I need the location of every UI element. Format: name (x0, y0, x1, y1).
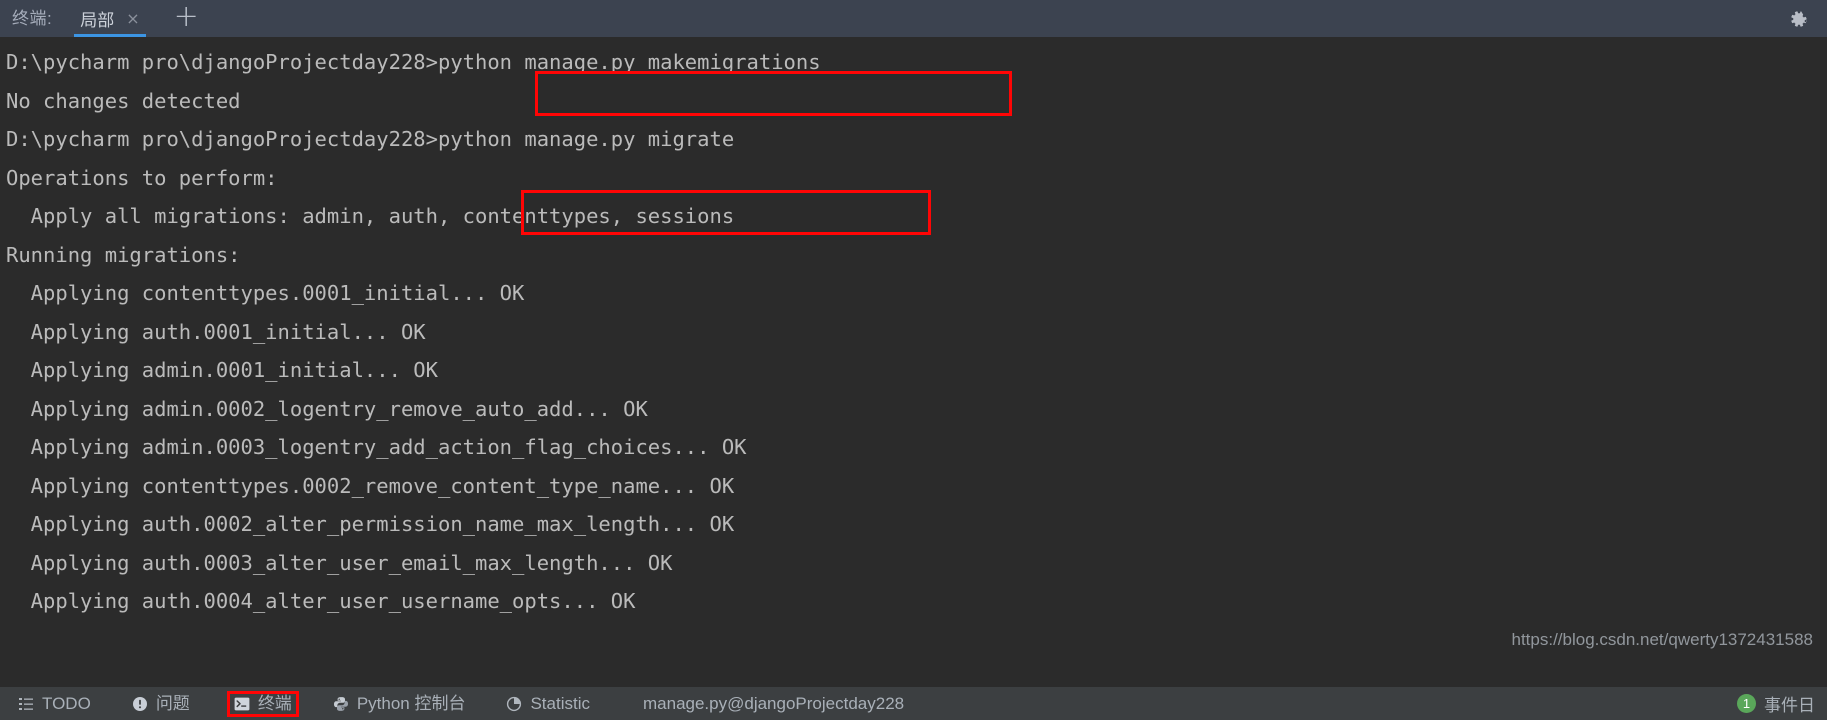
terminal-line: Applying auth.0002_alter_permission_name… (6, 512, 735, 536)
terminal-line: No changes detected (6, 88, 241, 113)
add-terminal-tab-button[interactable]: + (160, 2, 213, 32)
terminal-line: Applying admin.0002_logentry_remove_auto… (6, 396, 648, 421)
terminal-line: Running migrations: (6, 242, 241, 267)
terminal-line: Operations to perform: (6, 165, 278, 190)
status-bar-item-label: 问题 (155, 694, 190, 713)
status-bar-item-label: 终端 (257, 694, 292, 713)
terminal-line: Applying auth.0003_alter_user_email_max_… (6, 550, 673, 575)
terminal-line: Applying admin.0001_initial... OK (6, 358, 438, 382)
close-icon[interactable]: × (126, 10, 139, 27)
ide-status-bar: TODO 问题 终端 Python 控制台 Statistic manage.p… (0, 686, 1827, 720)
terminal-line: D:\pycharm pro\djangoProjectday228>pytho… (6, 50, 821, 74)
status-bar-item-statistic[interactable]: Statistic (502, 693, 593, 715)
terminal-line: Applying contenttypes.0001_initial... OK (6, 281, 525, 305)
status-bar-item-terminal[interactable]: 终端 (226, 690, 299, 717)
status-bar-right-group: 1 事件日 (1737, 691, 1815, 716)
toolwindow-title: 终端: (12, 9, 53, 28)
terminal-line: Apply all migrations: admin, auth, conte… (6, 204, 735, 228)
terminal-line: Applying contenttypes.0002_remove_conten… (6, 473, 735, 498)
terminal-line: Applying auth.0004_alter_user_username_o… (6, 589, 636, 613)
status-bar-item-label: TODO (42, 694, 91, 713)
pie-chart-icon (505, 695, 523, 713)
terminal-output-area[interactable]: D:\pycharm pro\djangoProjectday228>pytho… (0, 37, 1827, 686)
terminal-line: Applying auth.0001_initial... OK (6, 319, 426, 344)
list-icon (17, 695, 35, 713)
terminal-line: D:\pycharm pro\djangoProjectday228>pytho… (6, 127, 735, 151)
status-bar-run-context: manage.py@djangoProjectday228 (643, 693, 905, 713)
status-bar-item-label: Statistic (530, 694, 590, 713)
terminal-tab-label: 局部 (80, 11, 115, 30)
terminal-toolwindow-header: 终端: 局部 × + (0, 0, 1827, 37)
status-bar-item-todo[interactable]: TODO (14, 693, 94, 715)
watermark-url: https://blog.csdn.net/qwerty1372431588 (1511, 630, 1814, 649)
terminal-tab-local[interactable]: 局部 × (58, 0, 149, 37)
python-icon (332, 695, 350, 713)
ide-terminal-window: 终端: 局部 × + D:\pycharm pro\djangoProjectd… (0, 0, 1827, 720)
notification-count-badge[interactable]: 1 (1737, 694, 1756, 713)
warning-icon (131, 695, 149, 713)
status-bar-item-label: Python 控制台 (356, 694, 466, 713)
terminal-line: Applying admin.0003_logentry_add_action_… (6, 435, 747, 459)
terminal-icon (233, 695, 251, 713)
status-bar-item-python-console[interactable]: Python 控制台 (329, 693, 469, 715)
status-bar-item-problems[interactable]: 问题 (128, 693, 193, 715)
gear-icon[interactable] (1789, 9, 1809, 29)
event-log-label[interactable]: 事件日 (1764, 691, 1815, 716)
